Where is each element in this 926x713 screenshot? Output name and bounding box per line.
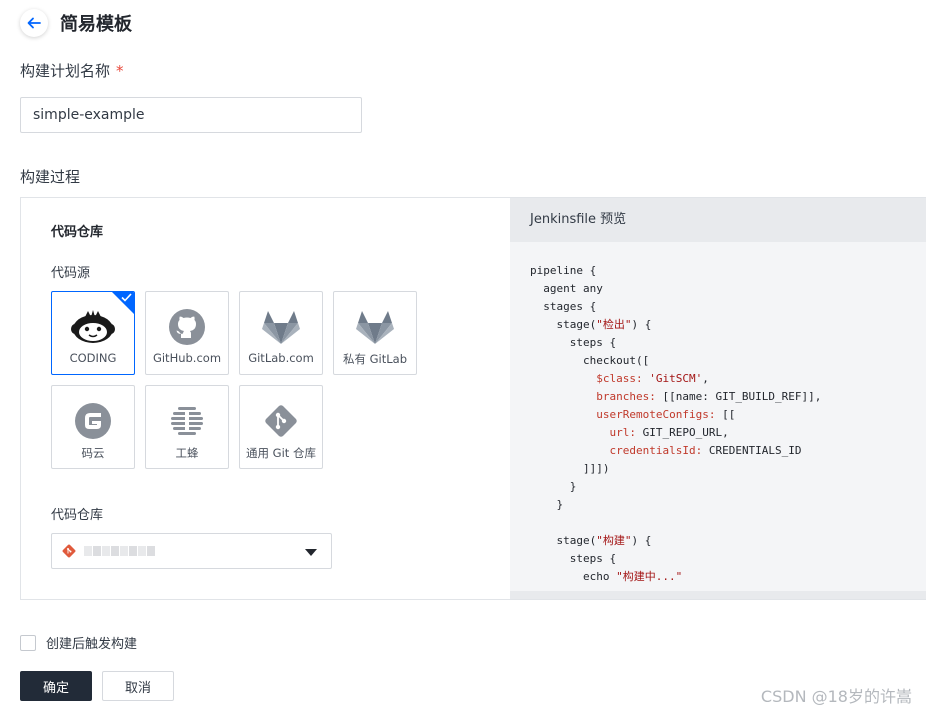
jenkinsfile-title: Jenkinsfile 预览	[510, 198, 926, 242]
source-label: 代码源	[51, 266, 91, 281]
build-process-label: 构建过程	[20, 168, 81, 186]
source-card-gitlab-com[interactable]: GitLab.com	[239, 291, 323, 375]
trigger-after-create-option[interactable]: 创建后触发构建	[20, 633, 137, 652]
source-card-private-gitlab[interactable]: 私有 GitLab	[333, 291, 417, 375]
code-line: url: GIT_REPO_URL,	[609, 426, 729, 439]
page-header: 简易模板	[20, 8, 132, 38]
gitlab-icon	[259, 305, 303, 349]
code-line: stage("构建") {	[530, 534, 652, 547]
trigger-checkbox[interactable]	[20, 634, 36, 651]
plan-name-label-text: 构建计划名称	[20, 62, 111, 80]
jenkinsfile-preview: Jenkinsfile 预览 pipeline { agent any stag…	[510, 198, 926, 591]
git-repo-icon	[62, 544, 76, 558]
code-line: echo "构建中..."	[530, 570, 683, 583]
back-button[interactable]	[20, 9, 48, 37]
cancel-button[interactable]: 取消	[102, 671, 174, 701]
code-line: $class: 'GitSCM',	[596, 372, 709, 385]
trigger-label: 创建后触发构建	[46, 637, 138, 652]
source-card-coding[interactable]: CODING	[51, 291, 135, 375]
page-title: 简易模板	[60, 14, 132, 35]
chevron-down-icon	[305, 549, 317, 556]
gitlab-icon	[353, 305, 397, 349]
code-line: pipeline {	[530, 264, 597, 277]
source-card-gitee[interactable]: 码云	[51, 385, 135, 469]
code-line: stage("检出") {	[530, 318, 652, 331]
source-card-github[interactable]: GitHub.com	[145, 291, 229, 375]
build-process-panel: 代码仓库 代码源 CODING GitHub.com GitLab.com 私有…	[20, 197, 926, 600]
jenkinsfile-code: pipeline { agent any stages { stage("检出"…	[530, 262, 821, 586]
watermark: CSDN @18岁的许嵩	[760, 687, 912, 706]
plan-name-input[interactable]	[20, 97, 362, 133]
code-line: stages {	[530, 300, 597, 313]
source-name: 码云	[81, 446, 105, 460]
code-line: credentialsId: CREDENTIALS_ID	[609, 444, 802, 457]
repo-label: 代码仓库	[51, 508, 104, 523]
source-name: CODING	[69, 351, 117, 365]
repository-config: 代码仓库 代码源 CODING GitHub.com GitLab.com 私有…	[21, 198, 510, 599]
source-card-generic-git[interactable]: 通用 Git 仓库	[239, 385, 323, 469]
source-name: 私有 GitLab	[342, 352, 408, 366]
code-line: steps {	[530, 552, 617, 565]
repo-select[interactable]	[51, 533, 332, 569]
github-icon	[165, 305, 209, 349]
code-line: branches: [[name: GIT_BUILD_REF]],	[596, 390, 822, 403]
check-icon	[121, 293, 132, 302]
source-card-gongfeng[interactable]: 工蜂	[145, 385, 229, 469]
required-mark: *	[116, 62, 124, 80]
repository-section-title: 代码仓库	[51, 225, 104, 240]
repo-value-redacted	[84, 546, 156, 556]
coding-monkey-icon	[71, 305, 115, 349]
code-line: agent any	[530, 282, 603, 295]
arrow-left-icon	[27, 17, 41, 29]
git-icon	[259, 399, 303, 443]
confirm-button[interactable]: 确定	[20, 671, 92, 701]
plan-name-label: 构建计划名称 *	[20, 60, 124, 81]
code-line: ]]])	[530, 462, 610, 475]
source-name: 工蜂	[175, 446, 199, 460]
code-line: steps {	[530, 336, 617, 349]
gitee-icon	[71, 399, 115, 443]
source-name: GitHub.com	[152, 351, 222, 365]
preview-scrollbar-track[interactable]	[510, 591, 926, 599]
source-name: 通用 Git 仓库	[246, 446, 316, 460]
gongfeng-icon	[165, 399, 209, 443]
code-line: }	[530, 480, 577, 493]
code-line: }	[530, 498, 564, 511]
source-name: GitLab.com	[248, 351, 314, 365]
code-line: checkout([	[530, 354, 650, 367]
code-line: userRemoteConfigs: [[	[596, 408, 736, 421]
